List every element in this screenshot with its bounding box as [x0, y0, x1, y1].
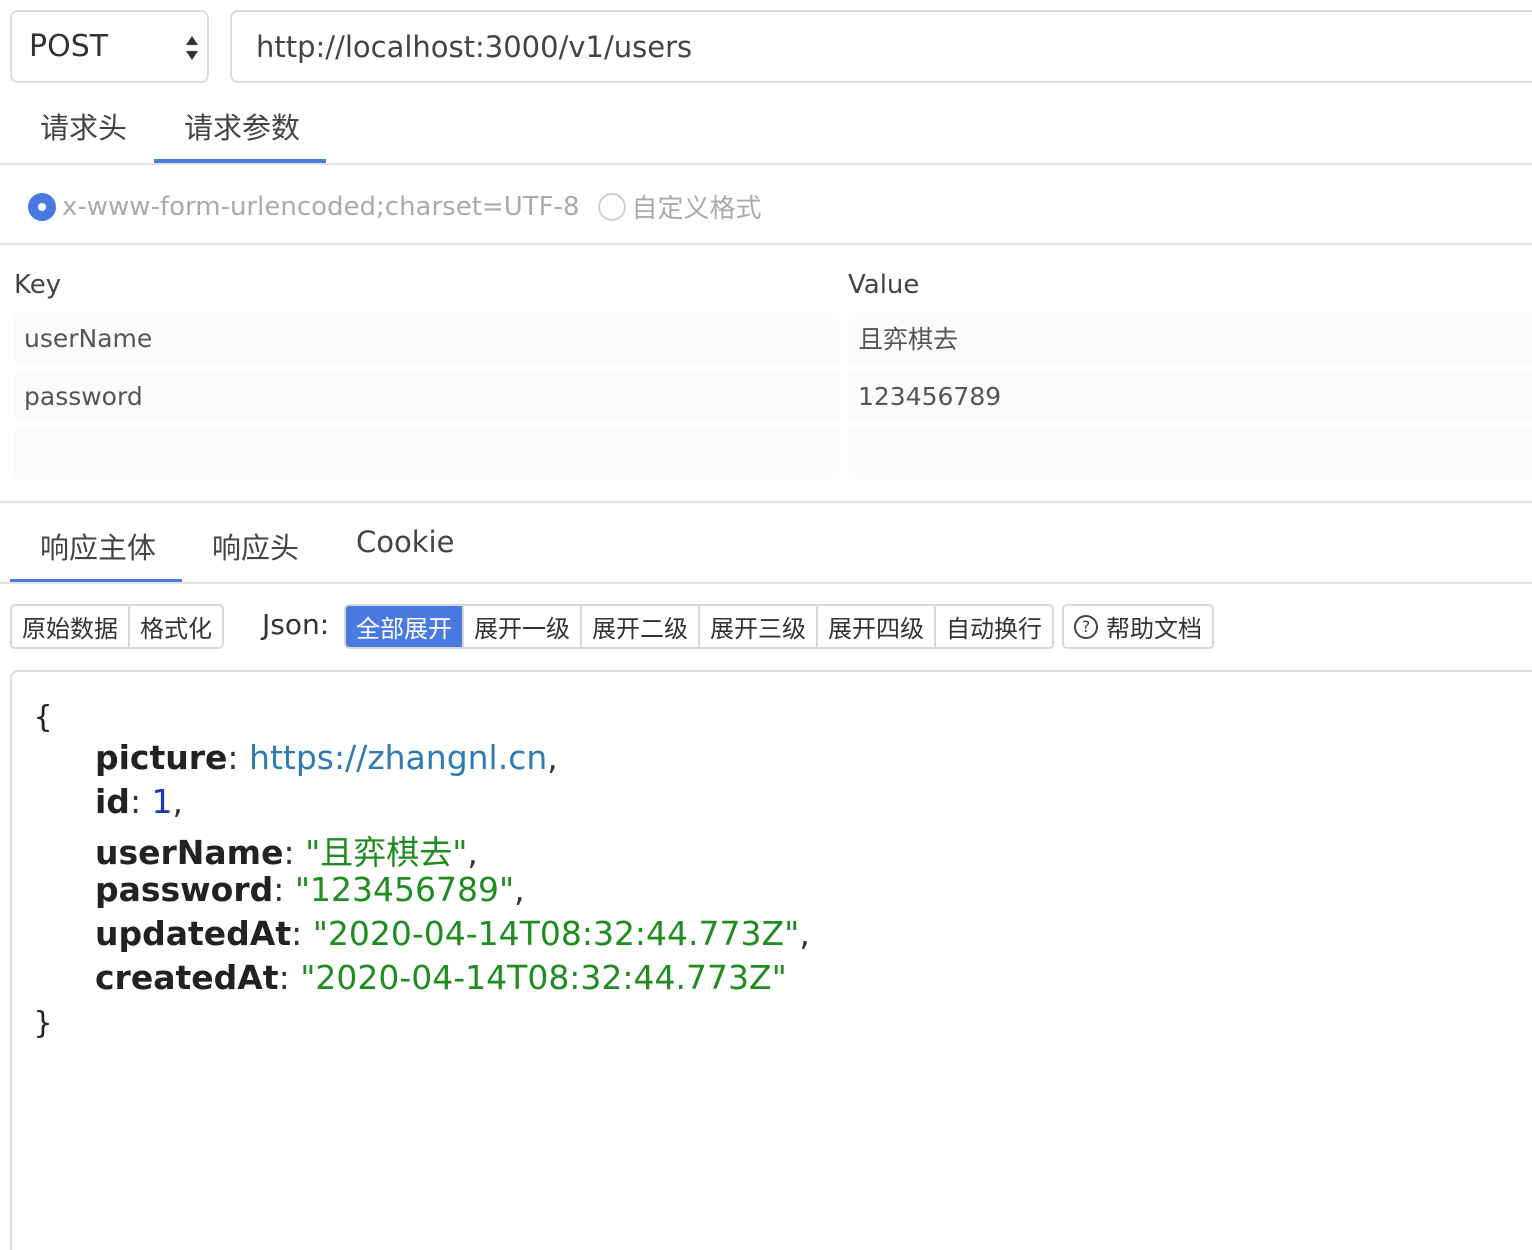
expand-level-1-button[interactable]: 展开一级: [464, 606, 582, 647]
json-field-createdat: createdAt: "2020-04-14T08:32:44.773Z": [95, 958, 787, 997]
param-key-input[interactable]: password: [14, 371, 840, 421]
help-circle-icon: ?: [1074, 614, 1098, 639]
json-separator: ,: [547, 738, 558, 777]
help-docs-label: 帮助文档: [1106, 615, 1202, 643]
json-separator: ,: [172, 782, 184, 821]
tab-response-body[interactable]: 响应主体: [40, 525, 156, 567]
expand-all-button[interactable]: 全部展开: [346, 606, 464, 647]
json-separator: ,: [514, 870, 525, 909]
json-key: picture: [95, 738, 228, 777]
tab-cookie[interactable]: Cookie: [356, 525, 454, 559]
json-separator: ,: [799, 914, 810, 953]
json-field-username: userName: "且弈棋去",: [95, 833, 478, 872]
tab-request-headers[interactable]: 请求头: [40, 105, 127, 147]
radio-urlencoded[interactable]: [28, 192, 56, 221]
json-value: "2020-04-14T08:32:44.773Z": [300, 958, 787, 997]
view-mode-group: 原始数据 格式化: [10, 604, 224, 649]
json-key: updatedAt: [95, 914, 292, 953]
param-value-input[interactable]: 且弈棋去: [848, 313, 1532, 363]
json-open-brace: {: [34, 700, 53, 735]
encoding-options: x-www-form-urlencoded;charset=UTF-8 自定义格…: [28, 188, 762, 225]
divider: [0, 243, 1532, 245]
raw-data-button[interactable]: 原始数据: [12, 606, 130, 647]
method-select[interactable]: POST: [10, 10, 209, 83]
help-group: ? 帮助文档: [1062, 604, 1214, 649]
param-value-input[interactable]: [848, 429, 1532, 479]
param-key-input[interactable]: userName: [14, 313, 840, 363]
param-key-input[interactable]: [14, 429, 840, 479]
json-key: id: [95, 782, 130, 821]
radio-custom-format-label: 自定义格式: [631, 194, 762, 224]
format-button[interactable]: 格式化: [130, 606, 222, 647]
help-docs-button[interactable]: ? 帮助文档: [1064, 606, 1212, 647]
tab-response-headers[interactable]: 响应头: [212, 525, 299, 567]
expand-group: 全部展开 展开一级 展开二级 展开三级 展开四级 自动换行: [344, 604, 1054, 649]
radio-urlencoded-label: x-www-form-urlencoded;charset=UTF-8: [62, 191, 580, 222]
radio-custom-format[interactable]: [597, 192, 626, 221]
expand-level-2-button[interactable]: 展开二级: [582, 606, 700, 647]
url-text: http://localhost:3000/v1/users: [256, 29, 693, 64]
json-value: 1: [151, 782, 173, 821]
key-column-header: Key: [14, 270, 62, 300]
json-field-password: password: "123456789",: [95, 870, 525, 909]
expand-level-4-button[interactable]: 展开四级: [818, 606, 936, 647]
auto-wrap-button[interactable]: 自动换行: [936, 606, 1052, 647]
json-close-brace: }: [34, 1006, 53, 1041]
json-key: createdAt: [95, 958, 279, 997]
json-value: "且弈棋去": [305, 833, 468, 872]
divider: [0, 501, 1532, 503]
json-field-updatedat: updatedAt: "2020-04-14T08:32:44.773Z",: [95, 914, 810, 953]
value-column-header: Value: [848, 270, 920, 300]
method-label: POST: [29, 29, 109, 64]
json-value: "2020-04-14T08:32:44.773Z": [312, 914, 800, 953]
json-field-id: id: 1,: [95, 782, 184, 821]
json-field-picture: picture: https://zhangnl.cn,: [95, 738, 558, 777]
json-value: "123456789": [294, 870, 515, 909]
select-arrows-icon: [186, 36, 198, 60]
expand-level-3-button[interactable]: 展开三级: [700, 606, 818, 647]
json-key: password: [95, 870, 274, 909]
divider: [0, 582, 1532, 584]
tab-request-params[interactable]: 请求参数: [184, 105, 300, 147]
json-separator: ,: [467, 833, 478, 872]
divider: [0, 163, 1532, 165]
param-value-input[interactable]: 123456789: [848, 371, 1532, 421]
url-input[interactable]: http://localhost:3000/v1/users: [230, 10, 1532, 83]
response-body-panel[interactable]: { picture: https://zhangnl.cn, id: 1, us…: [10, 670, 1532, 1250]
json-key: userName: [95, 833, 284, 872]
json-value-link[interactable]: https://zhangnl.cn: [249, 738, 547, 777]
json-label: Json:: [262, 608, 330, 641]
